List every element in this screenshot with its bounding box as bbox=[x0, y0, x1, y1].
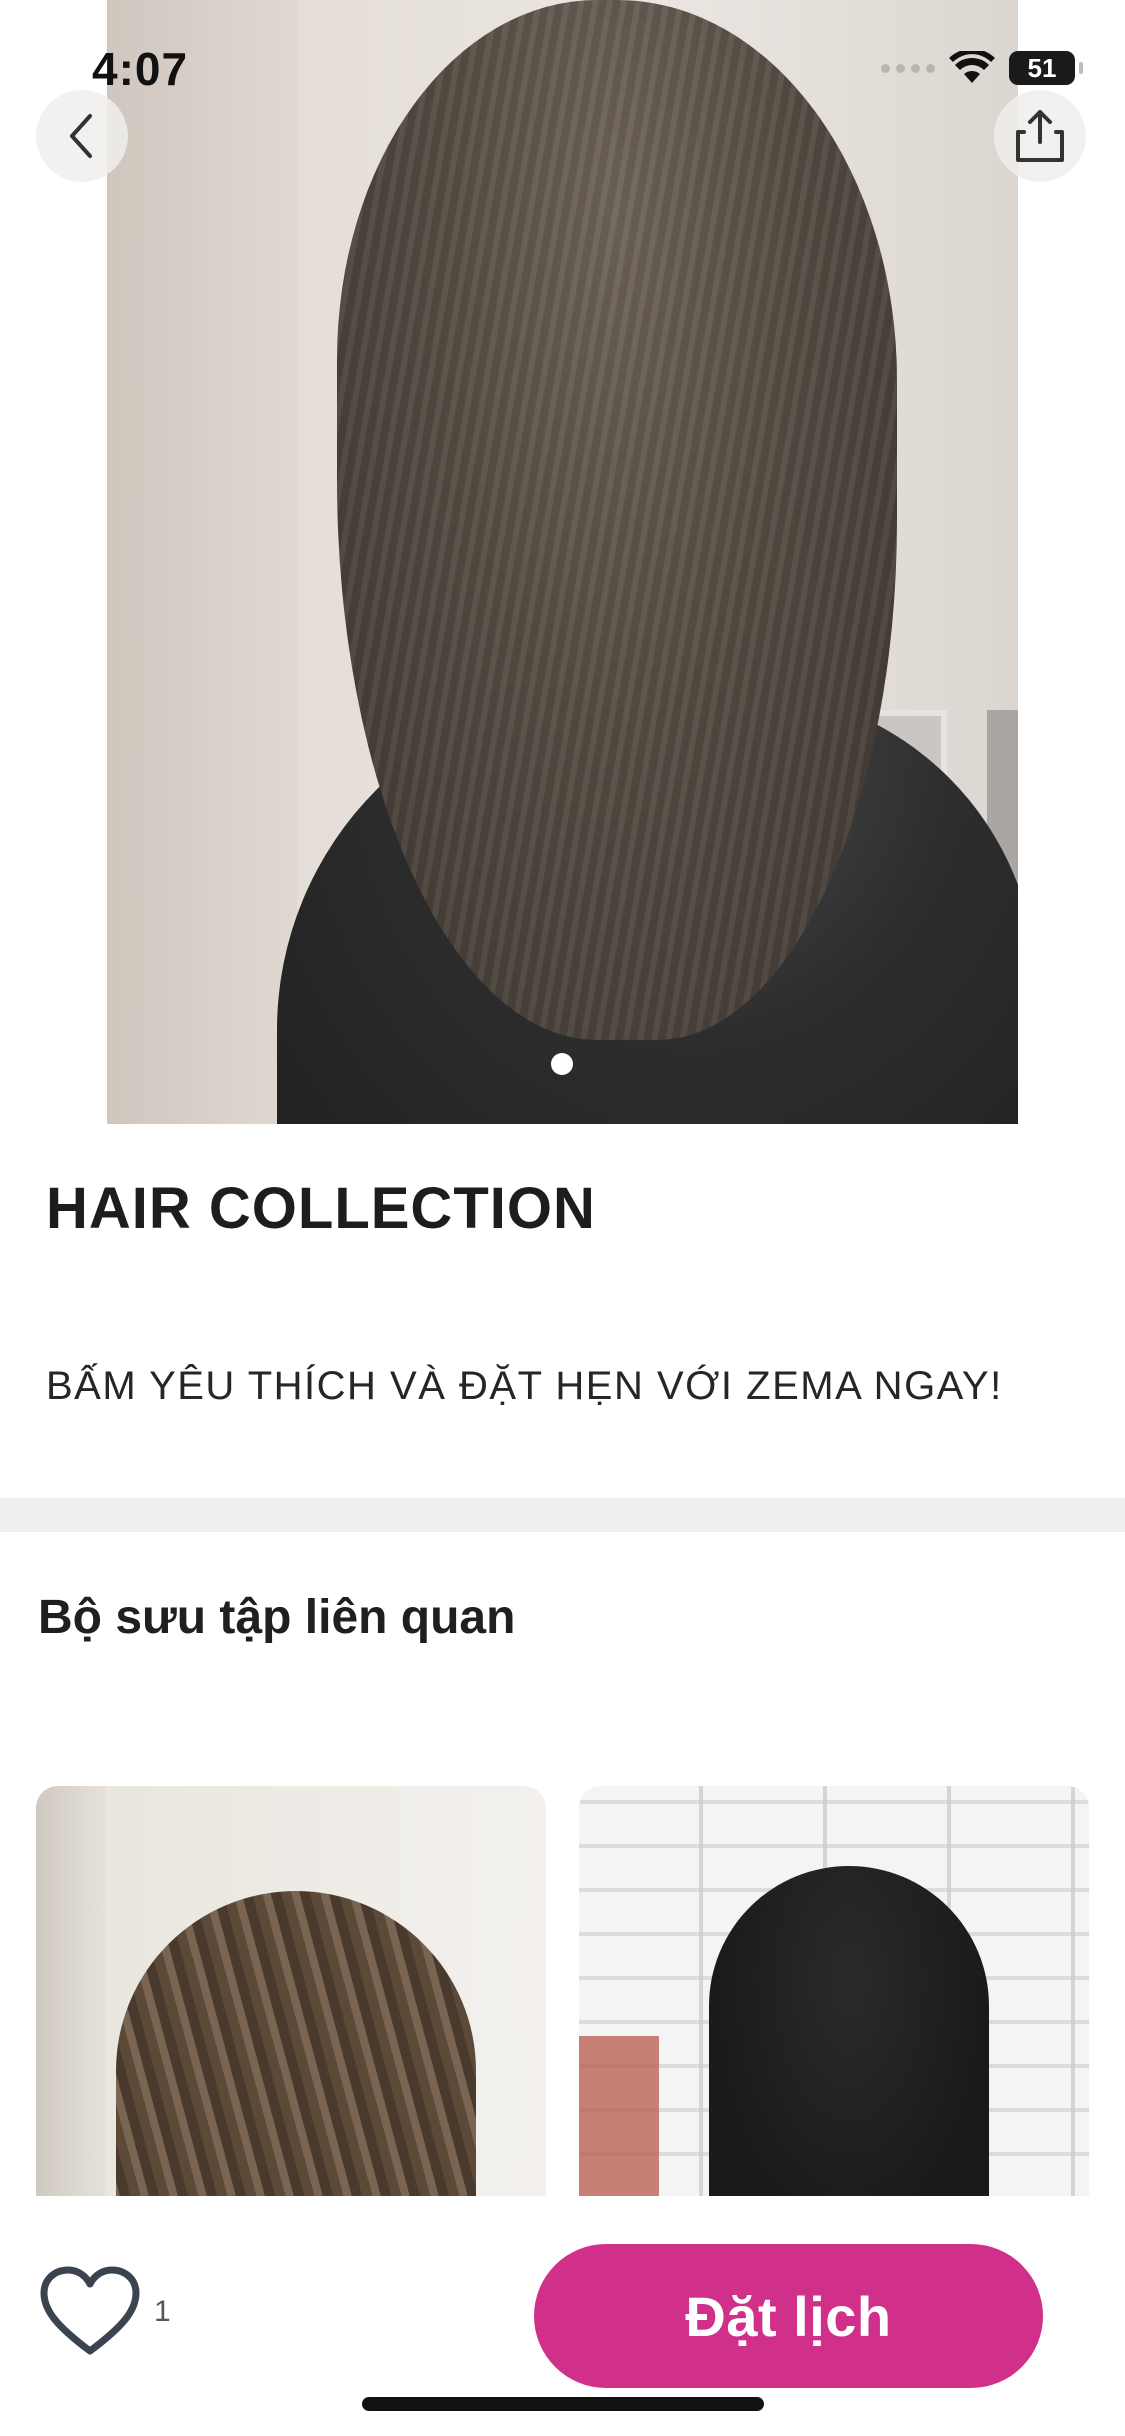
section-divider bbox=[0, 1498, 1125, 1532]
photo-hair bbox=[337, 0, 897, 1040]
card-photo-red-bricks bbox=[579, 2036, 659, 2196]
photo-wall-shadow bbox=[107, 0, 297, 1124]
hair-photo bbox=[107, 0, 1018, 1124]
carousel-pager-dot bbox=[551, 1053, 573, 1075]
collection-description: BẤM YÊU THÍCH VÀ ĐẶT HẸN VỚI ZEMA NGAY! bbox=[46, 1364, 1003, 1408]
dark-wavy-hair-photo bbox=[709, 1866, 989, 2196]
heart-icon bbox=[40, 2266, 140, 2355]
home-indicator[interactable] bbox=[362, 2397, 764, 2411]
hero-carousel[interactable] bbox=[0, 0, 1125, 1124]
status-time: 4:07 bbox=[92, 43, 189, 95]
chevron-left-icon bbox=[70, 114, 92, 158]
back-button[interactable] bbox=[36, 90, 128, 182]
status-icons: 51 bbox=[881, 48, 1083, 88]
like-count: 1 bbox=[154, 2295, 171, 2328]
related-card[interactable] bbox=[579, 1786, 1089, 2196]
book-appointment-button[interactable]: Đặt lịch bbox=[534, 2244, 1043, 2388]
related-card[interactable] bbox=[36, 1786, 546, 2196]
share-button[interactable] bbox=[994, 90, 1086, 182]
like-button[interactable] bbox=[36, 2262, 144, 2362]
wifi-icon bbox=[949, 51, 995, 83]
battery-icon: 51 bbox=[1009, 51, 1083, 85]
signal-dots-icon bbox=[881, 63, 935, 73]
collection-title: HAIR COLLECTION bbox=[46, 1176, 596, 1241]
status-bar: 4:07 51 bbox=[0, 0, 1125, 130]
related-collections-title: Bộ sưu tập liên quan bbox=[38, 1591, 516, 1644]
share-icon bbox=[1016, 110, 1064, 162]
wavy-brown-hair-photo bbox=[116, 1891, 476, 2196]
card-photo-curtain bbox=[36, 1786, 106, 2196]
